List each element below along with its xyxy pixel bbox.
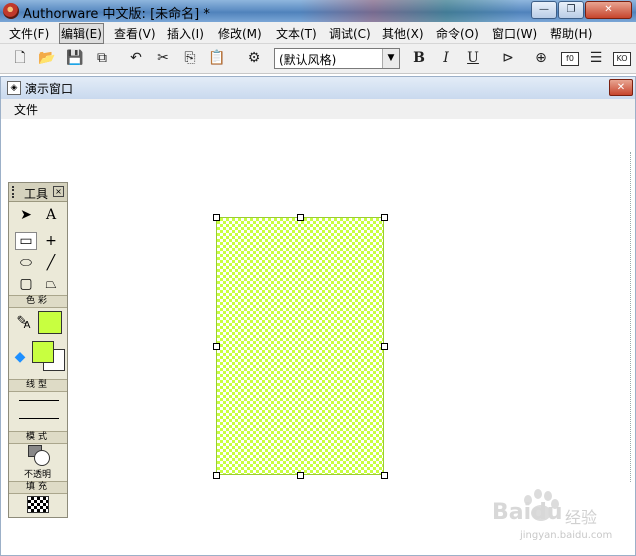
new-file-icon[interactable]: 🗋 bbox=[10, 49, 30, 67]
selection-handle[interactable] bbox=[213, 343, 220, 350]
line-color-swatch[interactable] bbox=[38, 311, 62, 334]
selection-handle[interactable] bbox=[297, 214, 304, 221]
line-style-sample-thin[interactable] bbox=[19, 400, 59, 401]
tools-palette-title: 工具 bbox=[24, 187, 49, 201]
menu-other[interactable]: 其他(X) bbox=[382, 25, 424, 42]
selection-handle[interactable] bbox=[381, 472, 388, 479]
save-all-icon[interactable]: 💾 bbox=[65, 49, 85, 67]
text-style-select[interactable]: (默认风格) ▼ bbox=[274, 48, 400, 69]
undo-icon[interactable]: ↶ bbox=[126, 49, 146, 67]
restore-button[interactable]: ❐ bbox=[558, 1, 584, 19]
presentation-menu-bar: 文件 bbox=[1, 99, 635, 119]
selection-handle[interactable] bbox=[297, 472, 304, 479]
presentation-window-title: 演示窗口 bbox=[25, 82, 74, 96]
paste-icon[interactable]: 📋 bbox=[207, 49, 227, 67]
tools-palette: 工具 × ➤ A ▭ + ⬭ ╱ ▢ ⏢ 色彩 ✎ A ◆ 线型 模式 不透明 … bbox=[8, 182, 68, 518]
line-style-section-label: 线型 bbox=[9, 379, 67, 392]
selection-handle[interactable] bbox=[213, 214, 220, 221]
text-color-letter-icon: A bbox=[23, 320, 31, 331]
fill-pattern-icon[interactable] bbox=[27, 496, 49, 513]
selection-handle[interactable] bbox=[381, 214, 388, 221]
underline-button[interactable]: U bbox=[463, 49, 483, 67]
minimize-button[interactable]: — bbox=[531, 1, 557, 19]
text-style-select-value: (默认风格) bbox=[279, 53, 337, 67]
app-title: Authorware 中文版: [未命名] * bbox=[23, 7, 210, 22]
watermark-brand-cn: 经验 bbox=[565, 508, 598, 527]
selection-handle[interactable] bbox=[381, 343, 388, 350]
bold-button[interactable]: B bbox=[409, 49, 429, 67]
menu-help[interactable]: 帮助(H) bbox=[550, 25, 592, 42]
authorware-app-icon[interactable] bbox=[3, 3, 19, 19]
menu-edit[interactable]: 编辑(E) bbox=[59, 23, 104, 44]
tools-palette-header[interactable]: 工具 × bbox=[9, 183, 67, 202]
variables-icon[interactable]: ☰ bbox=[586, 49, 606, 67]
menu-file[interactable]: 文件(F) bbox=[9, 25, 49, 42]
window-edge bbox=[630, 152, 635, 482]
cut-icon[interactable]: ✂ bbox=[153, 49, 173, 67]
find-icon[interactable]: ⚙ bbox=[244, 49, 264, 67]
menu-insert[interactable]: 插入(I) bbox=[167, 25, 204, 42]
close-app-button[interactable]: ✕ bbox=[585, 1, 632, 19]
menu-window[interactable]: 窗口(W) bbox=[492, 25, 537, 42]
mode-value: 不透明 bbox=[24, 470, 52, 480]
ellipse-tool-icon[interactable]: ⬭ bbox=[15, 254, 37, 272]
copy-icon[interactable]: ⎘ bbox=[180, 49, 200, 67]
window-icon: ◈ bbox=[7, 81, 21, 95]
run-icon[interactable]: ⊳ bbox=[498, 49, 518, 67]
close-presentation-button[interactable]: ✕ bbox=[609, 79, 633, 96]
control-panel-icon[interactable]: ⊕ bbox=[531, 49, 551, 67]
rounded-rectangle-tool-icon[interactable]: ▢ bbox=[15, 275, 37, 293]
menu-text[interactable]: 文本(T) bbox=[276, 25, 317, 42]
knowledge-objects-icon[interactable]: KO bbox=[613, 52, 631, 66]
chevron-down-icon[interactable]: ▼ bbox=[382, 49, 399, 68]
menu-bar: 文件(F) 编辑(E) 查看(V) 插入(I) 修改(M) 文本(T) 调试(C… bbox=[0, 22, 636, 44]
drawn-rectangle[interactable] bbox=[216, 217, 384, 475]
menu-debug[interactable]: 调试(C) bbox=[329, 25, 371, 42]
menu-modify[interactable]: 修改(M) bbox=[218, 25, 262, 42]
watermark-brand: Baidu bbox=[492, 500, 563, 525]
title-bar-decoration bbox=[300, 0, 520, 22]
line-tool-icon[interactable]: ╱ bbox=[40, 254, 62, 272]
presentation-window-title-bar: ◈ 演示窗口 ✕ bbox=[1, 77, 635, 100]
foreground-color-swatch[interactable] bbox=[32, 341, 54, 363]
pointer-tool-icon[interactable]: ➤ bbox=[15, 206, 37, 224]
presentation-menu-file[interactable]: 文件 bbox=[14, 101, 38, 118]
crosshair-tool-icon[interactable]: + bbox=[40, 232, 62, 250]
mode-section-label: 模式 bbox=[9, 431, 67, 444]
close-icon[interactable]: × bbox=[53, 186, 64, 197]
toolbar: 🗋 📂 💾 ⧉ ↶ ✂ ⎘ 📋 ⚙ (默认风格) ▼ B I U ⊳ ⊕ f0 … bbox=[0, 44, 636, 74]
polygon-tool-icon[interactable]: ⏢ bbox=[40, 275, 62, 293]
color-section-label: 色彩 bbox=[9, 295, 67, 308]
selection-handle[interactable] bbox=[213, 472, 220, 479]
menu-view[interactable]: 查看(V) bbox=[114, 25, 156, 42]
text-tool-icon[interactable]: A bbox=[40, 206, 62, 224]
fill-bucket-icon[interactable]: ◆ bbox=[9, 348, 31, 366]
functions-icon[interactable]: f0 bbox=[561, 52, 579, 66]
menu-command[interactable]: 命令(O) bbox=[436, 25, 479, 42]
drag-grip-icon[interactable] bbox=[12, 186, 19, 198]
rectangle-tool-icon[interactable]: ▭ bbox=[15, 232, 37, 250]
watermark-url: jingyan.baidu.com bbox=[520, 530, 613, 541]
import-icon[interactable]: ⧉ bbox=[92, 49, 112, 67]
line-style-sample[interactable] bbox=[19, 418, 59, 419]
mode-circle-icon[interactable] bbox=[34, 450, 50, 466]
open-file-icon[interactable]: 📂 bbox=[37, 49, 57, 67]
italic-button[interactable]: I bbox=[436, 49, 456, 67]
fill-section-label: 填充 bbox=[9, 481, 67, 494]
